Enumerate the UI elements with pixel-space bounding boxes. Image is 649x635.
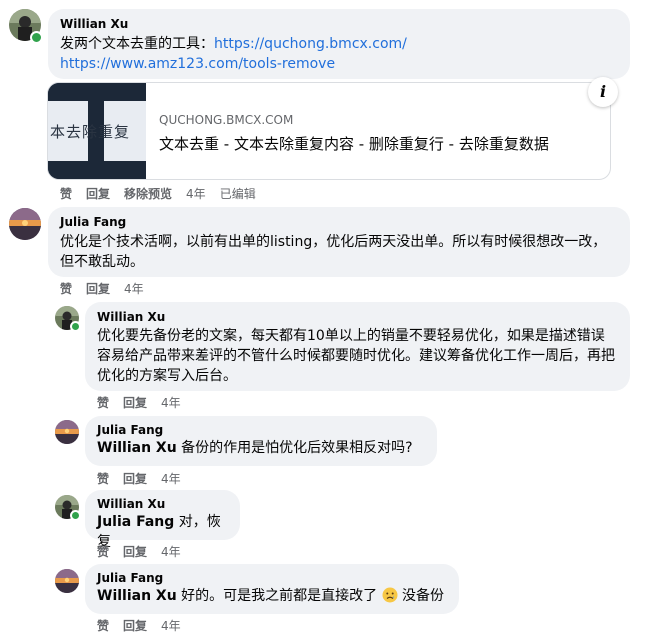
comment-text: 优化要先备份老的文案，每天都有10单以上的销量不要轻易优化，如果是描述错误容易给… bbox=[97, 328, 615, 384]
info-icon[interactable]: i bbox=[588, 77, 618, 107]
comment-author[interactable]: Willian Xu bbox=[97, 310, 618, 324]
comment-bubble: Willian Xu 发两个文本去重的工具：https://quchong.bm… bbox=[48, 9, 630, 79]
link-preview-card[interactable]: 本去除重复 QUCHONG.BMCX.COM 文本去重 - 文本去除重复内容 -… bbox=[47, 82, 611, 180]
reply-button[interactable]: 回复 bbox=[123, 394, 147, 411]
avatar-sunset-icon bbox=[9, 208, 41, 240]
comment-bubble: Julia Fang Willian Xu 好的。可是我之前都是直接改了 没备份 bbox=[85, 564, 459, 614]
reply-button[interactable]: 回复 bbox=[86, 185, 110, 202]
thumbnail-text: 本去除重复 bbox=[50, 123, 131, 141]
sad-face-emoji-icon bbox=[382, 587, 398, 603]
link-preview-title: 文本去重 - 文本去除重复内容 - 删除重复行 - 去除重复数据 bbox=[159, 135, 549, 153]
link-preview-domain: QUCHONG.BMCX.COM bbox=[159, 113, 294, 127]
comment-timestamp[interactable]: 4年 bbox=[161, 394, 181, 411]
comment-bubble: Willian Xu 优化要先备份老的文案，每天都有10单以上的销量不要轻易优化… bbox=[85, 302, 630, 391]
like-button[interactable]: 赞 bbox=[97, 543, 109, 560]
remove-preview-button[interactable]: 移除预览 bbox=[124, 185, 172, 202]
comment-timestamp[interactable]: 4年 bbox=[186, 185, 206, 202]
reply-button[interactable]: 回复 bbox=[123, 543, 147, 560]
avatar[interactable] bbox=[55, 420, 79, 444]
comment-actions: 赞 回复 4年 bbox=[97, 617, 181, 634]
comment-timestamp[interactable]: 4年 bbox=[161, 470, 181, 487]
mention-link[interactable]: Willian Xu bbox=[97, 440, 177, 456]
like-button[interactable]: 赞 bbox=[97, 394, 109, 411]
like-button[interactable]: 赞 bbox=[60, 185, 72, 202]
edited-label[interactable]: 已编辑 bbox=[220, 185, 256, 202]
comment-author[interactable]: Willian Xu bbox=[97, 497, 228, 511]
comment-bubble: Julia Fang Willian Xu 备份的作用是怕优化后效果相反对吗? bbox=[85, 416, 437, 466]
avatar[interactable] bbox=[9, 208, 41, 240]
reply-button[interactable]: 回复 bbox=[86, 280, 110, 297]
online-status-dot bbox=[70, 321, 81, 332]
comment-author[interactable]: Willian Xu bbox=[60, 17, 618, 31]
reply-button[interactable]: 回复 bbox=[123, 470, 147, 487]
avatar-sunset-icon bbox=[55, 420, 79, 444]
comment-actions: 赞 回复 4年 bbox=[97, 394, 181, 411]
mention-link[interactable]: Willian Xu bbox=[97, 588, 177, 604]
comment-text: 优化是个技术活啊，以前有出单的listing，优化后两天没出单。所以有时候很想改… bbox=[60, 234, 607, 270]
like-button[interactable]: 赞 bbox=[97, 617, 109, 634]
online-status-dot bbox=[30, 31, 43, 44]
comment-text: 备份的作用是怕优化后效果相反对吗? bbox=[176, 440, 413, 456]
link-quchong[interactable]: https://quchong.bmcx.com/ bbox=[214, 36, 407, 52]
link-amz123[interactable]: https://www.amz123.com/tools-remove bbox=[60, 56, 335, 72]
reply-button[interactable]: 回复 bbox=[123, 617, 147, 634]
comment-bubble: Julia Fang 优化是个技术活啊，以前有出单的listing，优化后两天没… bbox=[48, 207, 630, 277]
like-button[interactable]: 赞 bbox=[60, 280, 72, 297]
comment-actions: 赞 回复 移除预览 4年 已编辑 bbox=[60, 185, 256, 202]
avatar-sunset-icon bbox=[55, 569, 79, 593]
online-status-dot bbox=[70, 510, 81, 521]
comment-actions: 赞 回复 4年 bbox=[97, 470, 181, 487]
comment-actions: 赞 回复 4年 bbox=[97, 543, 181, 560]
comment-text: 发两个文本去重的工具： bbox=[60, 36, 214, 52]
comment-timestamp[interactable]: 4年 bbox=[124, 280, 144, 297]
comment-timestamp[interactable]: 4年 bbox=[161, 617, 181, 634]
mention-link[interactable]: Julia Fang bbox=[97, 514, 174, 530]
comment-author[interactable]: Julia Fang bbox=[60, 215, 618, 229]
comment-text: 好的。可是我之前都是直接改了 bbox=[176, 588, 378, 604]
comment-bubble: Willian Xu Julia Fang 对，恢复 bbox=[85, 490, 240, 550]
comment-actions: 赞 回复 4年 bbox=[60, 280, 144, 297]
like-button[interactable]: 赞 bbox=[97, 470, 109, 487]
link-preview-thumbnail: 本去除重复 bbox=[48, 83, 146, 179]
comment-author[interactable]: Julia Fang bbox=[97, 571, 447, 585]
avatar[interactable] bbox=[55, 569, 79, 593]
comment-author[interactable]: Julia Fang bbox=[97, 423, 425, 437]
comment-text-after-emoji: 没备份 bbox=[397, 588, 445, 604]
comment-timestamp[interactable]: 4年 bbox=[161, 543, 181, 560]
